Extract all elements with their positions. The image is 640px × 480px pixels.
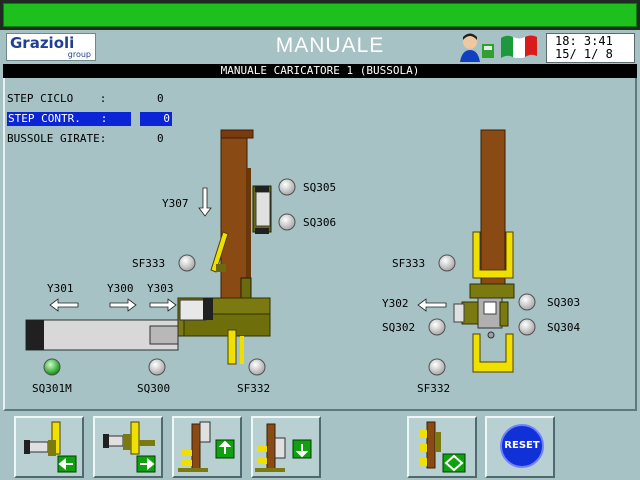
lamp-sq304 bbox=[518, 318, 536, 336]
label-sq302: SQ302 bbox=[382, 321, 416, 334]
label-y302: Y302 bbox=[382, 297, 409, 310]
lamp-sf332-left bbox=[248, 358, 266, 376]
lamp-sq301m bbox=[43, 358, 61, 376]
reset-label: RESET bbox=[500, 424, 544, 468]
diamond-icon bbox=[419, 421, 466, 473]
arrow-left-icon bbox=[24, 421, 77, 473]
label-sq306: SQ306 bbox=[303, 216, 337, 229]
lamp-sq303 bbox=[518, 293, 536, 311]
reset-button[interactable]: RESET bbox=[485, 416, 555, 478]
label-y303: Y303 bbox=[147, 282, 174, 295]
right-station bbox=[417, 129, 515, 373]
lamp-sq302 bbox=[428, 318, 446, 336]
logo-sub: group bbox=[67, 50, 91, 59]
label-sf333-left: SF333 bbox=[132, 257, 166, 270]
company-logo: Grazioli group bbox=[6, 33, 96, 61]
arrow-right-icon bbox=[103, 421, 156, 473]
italy-flag-icon[interactable] bbox=[501, 34, 537, 58]
label-sf333-right: SF333 bbox=[392, 257, 426, 270]
label-sq305: SQ305 bbox=[303, 181, 337, 194]
clock-display: 18: 3:41 15/ 1/ 8 bbox=[546, 33, 635, 63]
cylinder-forward-button[interactable] bbox=[93, 416, 163, 478]
lamp-sq300 bbox=[148, 358, 166, 376]
lift-down-button[interactable] bbox=[251, 416, 321, 478]
cylinder-back-button[interactable] bbox=[14, 416, 84, 478]
label-sq303: SQ303 bbox=[547, 296, 581, 309]
label-sq304: SQ304 bbox=[547, 321, 581, 334]
label-y300: Y300 bbox=[107, 282, 134, 295]
lamp-sq306 bbox=[278, 213, 296, 231]
user-icon[interactable] bbox=[458, 32, 498, 62]
label-sf332-right: SF332 bbox=[417, 382, 451, 395]
machine-diagram bbox=[25, 129, 536, 376]
left-station bbox=[25, 129, 272, 365]
cycle-step-button[interactable] bbox=[407, 416, 477, 478]
page-title: MANUALE bbox=[275, 34, 385, 57]
status-bar bbox=[0, 0, 640, 30]
section-title: MANUALE CARICATORE 1 (BUSSOLA) bbox=[3, 64, 637, 78]
label-y301: Y301 bbox=[47, 282, 74, 295]
lift-up-button[interactable] bbox=[172, 416, 242, 478]
lamp-sq305 bbox=[278, 178, 296, 196]
label-sf332-left: SF332 bbox=[237, 382, 271, 395]
lamp-sf333-right bbox=[438, 254, 456, 272]
clock-time: 18: 3:41 bbox=[555, 34, 613, 48]
label-y307: Y307 bbox=[162, 197, 189, 210]
lamp-sf332-right bbox=[428, 358, 446, 376]
lamp-sf333-left bbox=[178, 254, 196, 272]
label-sq301m: SQ301M bbox=[32, 382, 72, 395]
arrow-down-icon bbox=[255, 423, 312, 472]
clock-date: 15/ 1/ 8 bbox=[555, 47, 613, 61]
status-bar-fill bbox=[3, 3, 637, 27]
arrow-up-icon bbox=[178, 421, 235, 472]
logo-brand: Grazioli bbox=[10, 34, 75, 52]
label-sq300: SQ300 bbox=[137, 382, 171, 395]
